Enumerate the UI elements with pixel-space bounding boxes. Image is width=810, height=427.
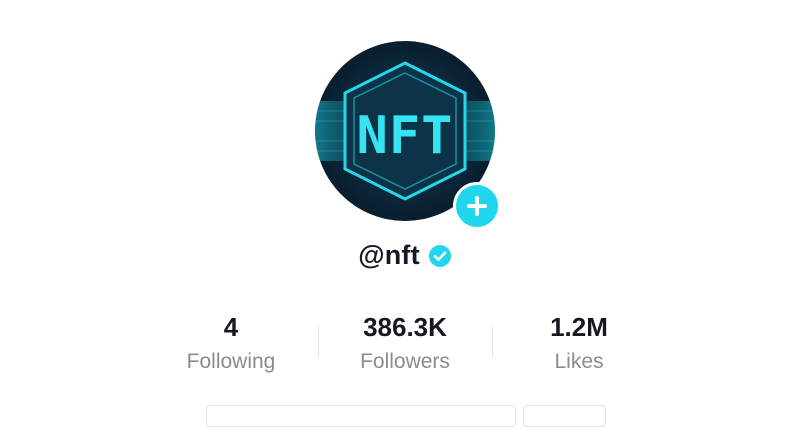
plus-icon (467, 196, 487, 216)
following-label: Following (186, 350, 276, 373)
stat-divider (492, 327, 493, 357)
profile-action-button[interactable] (206, 405, 516, 427)
username: @nft (358, 240, 420, 270)
followers-count: 386.3K (363, 312, 447, 342)
following-count: 4 (223, 312, 239, 342)
stat-divider (318, 327, 319, 357)
follow-plus-button[interactable] (453, 182, 501, 230)
profile-secondary-button[interactable] (523, 405, 606, 427)
username-row: @nft (0, 240, 810, 271)
stat-following[interactable]: 4 Following (146, 310, 316, 378)
profile-stats: 4 Following 386.3K Followers 1.2M Likes (0, 310, 810, 380)
verified-badge-icon (428, 244, 451, 267)
stat-likes: 1.2M Likes (494, 310, 664, 378)
followers-label: Followers (360, 350, 450, 373)
likes-count: 1.2M (550, 312, 608, 342)
likes-label: Likes (554, 350, 604, 373)
profile-avatar-container: NFT (315, 41, 501, 230)
avatar-logo-text: NFT (357, 106, 454, 166)
stat-followers[interactable]: 386.3K Followers (320, 310, 490, 378)
